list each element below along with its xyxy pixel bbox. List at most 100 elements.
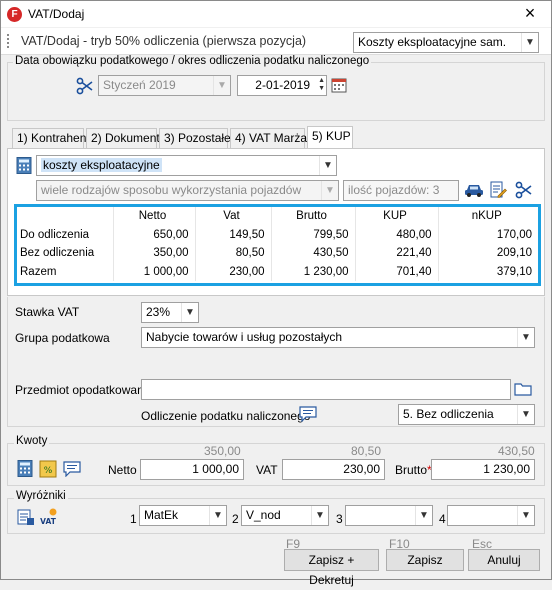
spinner-icon[interactable]: ▲ ▼ xyxy=(318,77,325,93)
vat-hint: 80,50 xyxy=(351,444,382,458)
amounts-legend: Kwoty xyxy=(14,435,50,447)
table-cell: 430,50 xyxy=(271,244,356,263)
table-header: nKUP xyxy=(471,210,502,223)
folder-icon[interactable] xyxy=(514,381,532,397)
distinction-4-num: 4 xyxy=(439,512,446,526)
chevron-down-icon: ▼ xyxy=(319,156,336,175)
distinction-1-select[interactable]: MatEk ▼ xyxy=(139,505,227,526)
table-cell: 1 000,00 xyxy=(113,262,196,281)
cost-type-select[interactable]: koszty eksploatacyjne ▼ xyxy=(36,155,337,176)
tab-vat-marza[interactable]: 4) VAT Marża xyxy=(230,128,307,148)
table-header: Vat xyxy=(195,207,272,226)
date-input[interactable]: 2-01-2019 ▲ ▼ xyxy=(237,75,327,96)
table-cell: 350,00 xyxy=(113,244,196,263)
chevron-down-icon: ▼ xyxy=(213,76,230,95)
tab-kup[interactable]: 5) KUP xyxy=(307,126,353,149)
distinction-4-select[interactable]: ▼ xyxy=(447,505,535,526)
subject-label: Przedmiot opodatkowania xyxy=(15,383,154,397)
tax-group-value: Nabycie towarów i usług pozostałych xyxy=(146,330,343,344)
kup-summary-table: Netto Vat Brutto KUP nKUP Do odliczenia … xyxy=(14,204,541,286)
edit-document-icon[interactable] xyxy=(489,181,507,199)
deduction-label: Odliczenie podatku naliczonego xyxy=(141,409,311,423)
title-bar: F VAT/Dodaj × xyxy=(1,1,551,27)
brutto-label-text: Brutto xyxy=(395,463,428,477)
row-label: Do odliczenia xyxy=(17,225,114,244)
row-label: Razem xyxy=(17,262,114,281)
table-row: Do odliczenia 650,00 149,50 799,50 480,0… xyxy=(17,225,538,244)
netto-input[interactable]: 1 000,00 xyxy=(140,459,244,480)
usage-mode-select[interactable]: wiele rodzajów sposobu wykorzystania poj… xyxy=(36,180,339,201)
table-cell: 701,40 xyxy=(355,262,439,281)
row-label: Bez odliczenia xyxy=(17,244,114,263)
save-and-post-button[interactable]: Zapisz + Dekretuj xyxy=(284,549,379,587)
chevron-down-icon: ▼ xyxy=(311,506,328,525)
comment-icon[interactable] xyxy=(63,461,81,478)
usage-mode-value: wiele rodzajów sposobu wykorzystania poj… xyxy=(41,183,302,197)
table-header-row: Netto Vat Brutto KUP nKUP xyxy=(17,207,538,226)
table-cell: 80,50 xyxy=(195,244,272,263)
table-row: Bez odliczenia 350,00 80,50 430,50 221,4… xyxy=(17,244,538,263)
chevron-down-icon: ▼ xyxy=(517,506,534,525)
table-header xyxy=(17,207,114,226)
distinction-3-num: 3 xyxy=(336,512,343,526)
calendar-icon[interactable] xyxy=(331,77,347,93)
distinctions-legend: Wyróżniki xyxy=(14,490,68,502)
distinction-3-select[interactable]: ▼ xyxy=(345,505,433,526)
chevron-down-icon: ▼ xyxy=(517,328,534,347)
brutto-input[interactable]: 1 230,00 xyxy=(431,459,535,480)
netto-label: Netto xyxy=(108,463,137,477)
header-row: VAT/Dodaj - tryb 50% odliczenia (pierwsz… xyxy=(1,28,551,55)
cancel-button[interactable]: Anuluj xyxy=(468,549,540,571)
vat-rate-label: Stawka VAT xyxy=(15,305,80,319)
vat-rate-select[interactable]: 23% ▼ xyxy=(141,302,199,323)
distinction-2-value: V_nod xyxy=(246,508,281,522)
save-button[interactable]: Zapisz xyxy=(386,549,464,571)
table-cell: 650,00 xyxy=(113,225,196,244)
date-value: 2-01-2019 xyxy=(255,78,310,92)
tab-pozostale[interactable]: 3) Pozostałe xyxy=(159,128,231,148)
deduction-select[interactable]: 5. Bez odliczenia ▼ xyxy=(398,404,535,425)
cost-type-value: koszty eksploatacyjne xyxy=(41,158,162,172)
period-select-value: Styczeń 2019 xyxy=(103,78,176,92)
calculator-icon[interactable] xyxy=(17,460,33,477)
table-cell: 379,10 xyxy=(496,265,532,278)
table-cell: 1 230,00 xyxy=(271,262,356,281)
close-button[interactable]: × xyxy=(509,1,551,27)
chevron-down-icon: ▼ xyxy=(521,33,538,52)
vat-icon[interactable]: VAT xyxy=(39,507,59,527)
vat-rate-value: 23% xyxy=(146,305,171,319)
deduction-value: 5. Bez odliczenia xyxy=(403,407,494,421)
brutto-hint: 430,50 xyxy=(498,444,535,458)
table-row: Razem 1 000,00 230,00 1 230,00 701,40 37… xyxy=(17,262,538,281)
calculator-icon[interactable] xyxy=(16,157,32,174)
scissors-icon[interactable] xyxy=(515,181,533,199)
chevron-down-icon: ▼ xyxy=(209,506,226,525)
vat-input[interactable]: 230,00 xyxy=(282,459,385,480)
distinction-2-select[interactable]: V_nod ▼ xyxy=(241,505,329,526)
table-cell: 230,00 xyxy=(195,262,272,281)
mode-title: VAT/Dodaj - tryb 50% odliczenia (pierwsz… xyxy=(21,34,307,48)
app-icon: F xyxy=(7,7,22,22)
period-select[interactable]: Styczeń 2019 ▼ xyxy=(98,75,231,96)
comment-icon[interactable] xyxy=(299,406,317,423)
scissors-icon[interactable] xyxy=(76,77,94,95)
table-header: Brutto xyxy=(271,207,356,226)
category-select[interactable]: Koszty eksploatacyjne sam. ▼ xyxy=(353,32,539,53)
chevron-down-icon: ▼ xyxy=(517,405,534,424)
tab-dokument[interactable]: 2) Dokument xyxy=(86,128,160,148)
brutto-label: Brutto* xyxy=(395,463,432,477)
tax-group-label: Grupa podatkowa xyxy=(15,331,110,345)
distinction-1-value: MatEk xyxy=(144,508,179,522)
chevron-down-icon: ▼ xyxy=(321,181,338,200)
percent-calc-icon[interactable]: % xyxy=(39,460,57,478)
distinction-1-num: 1 xyxy=(130,512,137,526)
subject-input[interactable] xyxy=(141,379,511,400)
netto-hint: 350,00 xyxy=(204,444,241,458)
car-icon[interactable] xyxy=(464,182,484,198)
list-settings-icon[interactable] xyxy=(17,508,35,526)
tab-kontrahent[interactable]: 1) Kontrahent xyxy=(12,128,90,148)
tax-group-select[interactable]: Nabycie towarów i usług pozostałych ▼ xyxy=(141,327,535,348)
table-header: Netto xyxy=(113,207,196,226)
table-header: KUP xyxy=(355,207,439,226)
svg-text:VAT: VAT xyxy=(40,517,57,526)
